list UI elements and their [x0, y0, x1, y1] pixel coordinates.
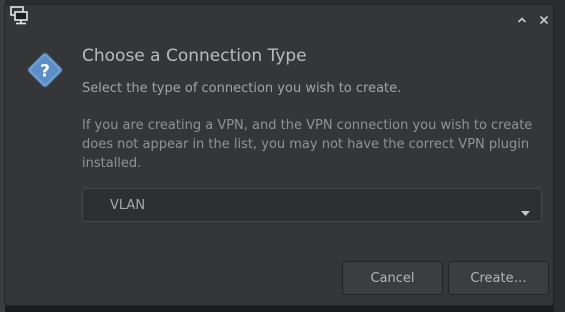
- maximize-icon[interactable]: [515, 13, 529, 27]
- desktop-right-edge: [554, 0, 565, 312]
- dropdown-arrow-icon: [521, 202, 530, 221]
- svg-text:?: ?: [40, 62, 50, 82]
- titlebar: [5, 5, 553, 35]
- dialog-window: ? Choose a Connection Type Select the ty…: [4, 4, 554, 306]
- dialog-title: Choose a Connection Type: [82, 46, 307, 66]
- network-connection-icon: [6, 4, 32, 26]
- create-button[interactable]: Create…: [448, 261, 549, 295]
- connection-type-value: VLAN: [110, 198, 146, 213]
- cancel-button[interactable]: Cancel: [342, 261, 443, 295]
- dialog-description: If you are creating a VPN, and the VPN c…: [82, 118, 533, 171]
- question-icon: ?: [24, 49, 66, 91]
- connection-type-select[interactable]: VLAN: [82, 188, 542, 222]
- close-icon[interactable]: [537, 13, 551, 27]
- dialog-subtitle: Select the type of connection you wish t…: [82, 81, 402, 96]
